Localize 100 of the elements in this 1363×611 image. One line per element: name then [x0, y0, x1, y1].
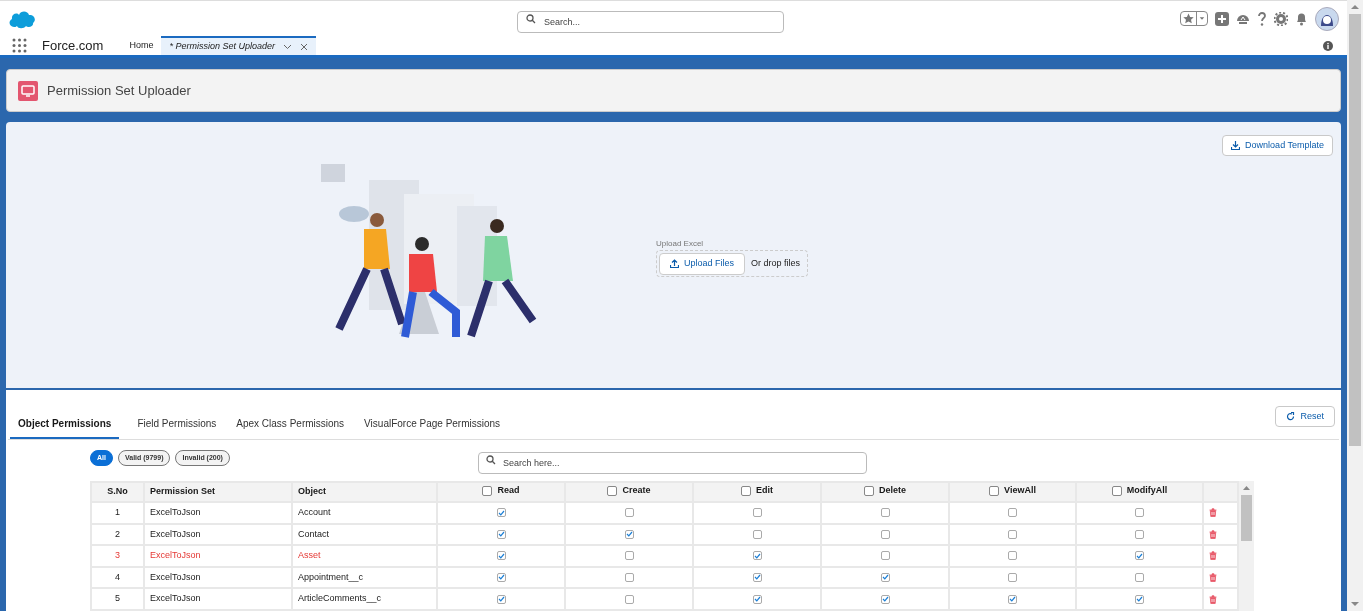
table-cell: 5 — [115, 593, 120, 604]
drop-text: Or drop files — [751, 256, 801, 270]
checkbox[interactable] — [1135, 551, 1144, 561]
checkbox[interactable] — [752, 529, 762, 539]
table-cell: ArticleComments__c — [298, 593, 382, 604]
table-cell: ExcelToJson — [150, 528, 201, 539]
bell-icon[interactable] — [1295, 11, 1308, 26]
checkbox[interactable] — [496, 572, 506, 582]
checkbox[interactable] — [864, 485, 874, 496]
app-launcher-icon[interactable] — [12, 38, 27, 53]
page-title: Permission Set Uploader — [47, 81, 191, 100]
trash-icon[interactable] — [1209, 573, 1217, 583]
checkbox[interactable] — [607, 485, 618, 496]
nav-tab[interactable]: Home — [121, 36, 162, 55]
checkbox[interactable] — [1008, 529, 1017, 539]
trash-icon[interactable] — [1209, 551, 1217, 561]
download-template-button[interactable]: Download Template — [1222, 135, 1333, 156]
checkbox[interactable] — [752, 551, 762, 561]
tab-label: Home — [129, 38, 154, 52]
table-cell: ExcelToJson — [150, 550, 201, 561]
checkbox[interactable] — [624, 572, 634, 582]
trash-icon[interactable] — [1209, 529, 1217, 539]
checkbox[interactable] — [1008, 594, 1017, 604]
checkbox[interactable] — [880, 551, 890, 561]
checkbox[interactable] — [496, 594, 506, 604]
page-scrollbar[interactable] — [1347, 0, 1363, 611]
monitor-icon — [18, 80, 38, 101]
column-header: Create — [622, 483, 651, 497]
download-icon — [1231, 141, 1241, 150]
table-search-field[interactable]: Search here... — [478, 452, 867, 474]
checkbox[interactable] — [1008, 572, 1017, 582]
table-scrollbar[interactable] — [1239, 481, 1254, 611]
caret-down-icon — [1196, 12, 1207, 25]
table-cell: ExcelToJson — [150, 507, 201, 518]
help-icon[interactable] — [1257, 11, 1267, 26]
checkbox[interactable] — [880, 594, 890, 604]
avatar-icon[interactable] — [1315, 6, 1339, 31]
checkbox[interactable] — [482, 485, 493, 496]
checkbox[interactable] — [496, 508, 506, 518]
trash-icon[interactable] — [1209, 594, 1217, 604]
close-icon[interactable] — [300, 42, 308, 51]
scrollbar-thumb[interactable] — [1349, 14, 1361, 446]
column-header: Delete — [879, 483, 906, 497]
table-cell: Asset — [298, 550, 321, 561]
upload-icon — [670, 259, 679, 268]
table-cell: Account — [298, 507, 331, 518]
search-field[interactable]: Search... — [517, 11, 784, 33]
checkbox[interactable] — [989, 485, 1000, 496]
checkbox[interactable] — [624, 529, 634, 539]
permission-tab[interactable]: Apex Class Permissions — [234, 416, 347, 439]
checkbox[interactable] — [1008, 551, 1017, 561]
permission-tab[interactable]: Object Permissions — [10, 416, 120, 439]
reset-button[interactable]: Reset — [1275, 406, 1335, 427]
search-icon — [526, 14, 536, 24]
favorites-button[interactable] — [1180, 11, 1208, 26]
drop-zone[interactable]: Upload Files Or drop files — [656, 250, 808, 277]
permission-tab[interactable]: VisualForce Page Permissions — [362, 416, 503, 439]
table-cell: 2 — [115, 528, 120, 539]
column-header: ViewAll — [1004, 483, 1036, 497]
column-header: Read — [497, 483, 520, 497]
checkbox[interactable] — [880, 508, 890, 518]
upload-files-button[interactable]: Upload Files — [659, 252, 746, 275]
search-icon — [486, 455, 496, 465]
column-header: Object — [298, 486, 326, 497]
checkbox[interactable] — [741, 485, 751, 496]
checkbox[interactable] — [624, 594, 634, 604]
checkbox[interactable] — [880, 529, 890, 539]
star-icon — [1181, 12, 1196, 25]
table-cell: 4 — [115, 571, 120, 582]
column-header: Edit — [756, 483, 773, 497]
table-cell: Contact — [298, 528, 330, 539]
checkbox[interactable] — [752, 508, 762, 518]
checkbox[interactable] — [624, 551, 634, 561]
checkbox[interactable] — [1135, 529, 1144, 539]
checkbox[interactable] — [880, 572, 890, 582]
checkbox[interactable] — [1111, 485, 1122, 496]
info-icon[interactable] — [1323, 41, 1333, 51]
checkbox[interactable] — [1135, 594, 1144, 604]
checkbox[interactable] — [496, 529, 506, 539]
permission-tab[interactable]: Field Permissions — [135, 416, 219, 439]
refresh-icon — [1286, 412, 1296, 421]
scrollbar-thumb[interactable] — [1241, 495, 1252, 541]
chevron-down-icon[interactable] — [283, 43, 292, 50]
table-cell: 1 — [115, 507, 120, 518]
nav-tab[interactable]: * Permission Set Uploader — [161, 36, 316, 55]
checkbox[interactable] — [1135, 508, 1144, 518]
checkbox[interactable] — [752, 572, 762, 582]
plus-icon[interactable] — [1215, 11, 1229, 26]
table-cell: Appointment__c — [298, 571, 364, 582]
checkbox[interactable] — [1008, 508, 1017, 518]
table-cell: 3 — [115, 550, 120, 561]
app-name: Force.com — [42, 36, 104, 55]
checkbox[interactable] — [752, 594, 762, 604]
trash-icon[interactable] — [1209, 508, 1217, 518]
table-cell: ExcelToJson — [150, 593, 201, 604]
column-header: S.No — [107, 486, 128, 497]
checkbox[interactable] — [496, 551, 506, 561]
checkbox[interactable] — [624, 508, 634, 518]
settings-icon[interactable] — [1274, 11, 1288, 26]
checkbox[interactable] — [1135, 572, 1144, 582]
